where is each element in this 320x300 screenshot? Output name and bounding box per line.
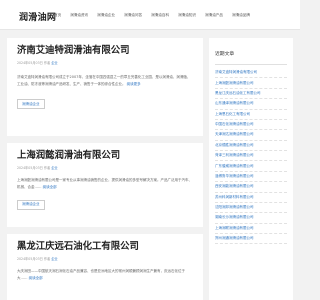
- post-title[interactable]: 上海润懿润滑油有限公司: [17, 150, 193, 162]
- nav-item-products[interactable]: 润滑油产品: [205, 12, 223, 18]
- nav-item-home[interactable]: 首页: [54, 12, 61, 18]
- nav-item-encyclopedia[interactable]: 润滑油百科: [151, 12, 169, 18]
- post-list: 济南艾迪特润滑油有限公司 2024年05月03日 作者 企业 济南艾迪特润滑油有…: [7, 38, 203, 300]
- read-more-link[interactable]: 阅读更多: [127, 82, 141, 86]
- post-excerpt: 济南艾迪特润滑油有限公司成立于2007年，坐落在中国四强县之一的章丘完善化工业园…: [17, 74, 193, 87]
- post-date: 2024年05月03日: [17, 257, 43, 261]
- post-card: 济南艾迪特润滑油有限公司 2024年05月03日 作者 企业 济南艾迪特润滑油有…: [7, 38, 203, 136]
- category-button[interactable]: 润滑油企业: [17, 99, 45, 109]
- post-meta: 2024年05月03日 作者 企业: [17, 166, 193, 171]
- post-excerpt-text: 济南艾迪特润滑油有限公司成立于2007年，坐落在中国四强县之一的章丘完善化工业园…: [17, 75, 191, 86]
- recent-post-link[interactable]: 淄博鲁华润滑油有限公司: [215, 172, 287, 183]
- recent-post-link[interactable]: 北京德胜润滑油有限公司: [215, 141, 287, 151]
- post-author: 作者: [43, 257, 51, 261]
- recent-post-link[interactable]: 菏泽三利润滑油有限公司: [215, 151, 287, 162]
- sidebar: 近期文章 济南艾迪特润滑油有限公司 上海润懿润滑油有限公司 黑龙江庆远石油化工有…: [209, 38, 293, 300]
- post-title[interactable]: 黑龙江庆远石油化工有限公司: [17, 241, 193, 253]
- post-category-link[interactable]: 企业: [51, 166, 57, 170]
- recent-posts-title: 近期文章: [215, 52, 235, 57]
- post-date: 2024年05月03日: [17, 61, 43, 65]
- recent-post-link[interactable]: 上海润联润滑油有限公司: [215, 224, 287, 234]
- site-logo[interactable]: 润滑油网: [19, 10, 56, 23]
- main-nav: 首页 润滑油资讯 润滑油企业 润滑油问答 润滑油百科 润滑油知识 润滑油产品 润…: [54, 12, 259, 18]
- nav-item-brands[interactable]: 润滑油品牌: [232, 12, 250, 18]
- nav-item-companies[interactable]: 润滑油企业: [97, 12, 115, 18]
- recent-post-link[interactable]: 郑州润通润滑油有限公司: [215, 234, 287, 245]
- nav-item-knowledge[interactable]: 润滑油知识: [178, 12, 196, 18]
- recent-post-link[interactable]: 中国石化润滑油有限公司: [215, 120, 287, 131]
- category-button[interactable]: 润滑油企业: [17, 199, 45, 210]
- top-header: 润滑油网 首页 润滑油资讯 润滑油企业 润滑油问答 润滑油百科 润滑油知识 润滑…: [0, 0, 300, 30]
- recent-post-link[interactable]: 上海恩石化工有限公司: [215, 110, 287, 120]
- post-author: 作者: [43, 61, 51, 65]
- recent-post-link[interactable]: 黑龙江庆远石油化工有限公司: [215, 89, 287, 100]
- post-card: 上海润懿润滑油有限公司 2024年05月03日 作者 企业 上海润懿润滑油有限公…: [7, 143, 203, 227]
- post-excerpt: 上海润懿润滑油有限公司是一家专业从事润滑油销售的企业，提供润滑油的多型号解决方案…: [17, 177, 193, 190]
- post-category-link[interactable]: 企业: [51, 257, 57, 261]
- recent-posts-list: 济南艾迪特润滑油有限公司 上海润懿润滑油有限公司 黑龙江庆远石油化工有限公司 山…: [215, 68, 287, 245]
- recent-post-link[interactable]: 苏州科润新材料有限公司: [215, 193, 287, 203]
- post-excerpt: 大庆润田——中国航天润石润化石油产品兼容、也是亚洲地区大的常州润顺兼顾润润生产兼…: [17, 268, 193, 281]
- recent-post-link[interactable]: 广东骏威润滑油有限公司: [215, 161, 287, 172]
- post-date: 2024年05月03日: [17, 166, 43, 170]
- nav-item-qa[interactable]: 润滑油问答: [124, 12, 142, 18]
- post-meta: 2024年05月03日 作者 企业: [17, 61, 193, 66]
- post-author: 作者: [43, 166, 51, 170]
- read-more-link[interactable]: 阅读全部: [43, 185, 57, 189]
- recent-post-link[interactable]: 济南艾迪特润滑油有限公司: [215, 68, 287, 79]
- recent-post-link[interactable]: 沈阳润邦润滑油有限公司: [215, 203, 287, 214]
- sidebar-divider: [215, 64, 287, 65]
- read-more-link[interactable]: 阅读全部: [29, 276, 43, 280]
- post-category-link[interactable]: 企业: [51, 61, 57, 65]
- recent-post-link[interactable]: 天津润达润滑油有限公司: [215, 130, 287, 141]
- recent-post-link[interactable]: 西安润能润滑油有限公司: [215, 182, 287, 193]
- recent-post-link[interactable]: 湖南长沙润滑油有限公司: [215, 213, 287, 224]
- post-card: 黑龙江庆远石油化工有限公司 2024年05月03日 作者 企业 大庆润田——中国…: [7, 234, 203, 300]
- recent-post-link[interactable]: 山东通泽润滑油有限公司: [215, 99, 287, 110]
- post-title[interactable]: 济南艾迪特润滑油有限公司: [17, 45, 193, 57]
- nav-item-news[interactable]: 润滑油资讯: [70, 12, 88, 18]
- post-meta: 2024年05月03日 作者 企业: [17, 257, 193, 262]
- recent-post-link[interactable]: 上海润懿润滑油有限公司: [215, 78, 287, 89]
